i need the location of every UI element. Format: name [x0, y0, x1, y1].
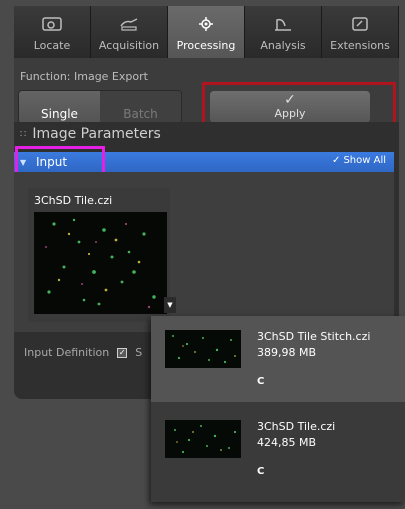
input-image-area: 3ChSD Tile.czi ▼ — [14, 172, 394, 332]
input-definition-label: Input Definition — [24, 346, 110, 359]
dropdown-item-name: 3ChSD Tile Stitch.czi — [257, 330, 371, 343]
dropdown-item-thumbnail — [165, 420, 241, 458]
show-all-label: Show All — [343, 155, 386, 166]
apply-highlight: ✓ Apply — [202, 82, 396, 124]
dropdown-item[interactable]: 3ChSD Tile Stitch.czi 389,98 MB C — [151, 316, 405, 402]
input-image-dropdown: 3ChSD Tile Stitch.czi 389,98 MB C 3ChSD … — [151, 316, 405, 502]
tab-extensions-label: Extensions — [330, 39, 390, 52]
tab-acquisition[interactable]: Acquisition — [91, 6, 168, 58]
acquisition-icon — [118, 15, 140, 33]
image-parameters-header: ∷ Image Parameters — [20, 126, 161, 142]
dropdown-item-size: 389,98 MB — [257, 346, 317, 359]
input-definition-row: Input Definition ✓ S — [24, 346, 142, 359]
tab-locate-label: Locate — [33, 39, 71, 52]
tab-analysis[interactable]: Analysis — [245, 6, 322, 58]
dropdown-item-thumbnail — [165, 330, 241, 368]
mode-single-button[interactable]: Single — [19, 91, 100, 123]
apply-button[interactable]: ✓ Apply — [210, 91, 370, 123]
input-dropdown-arrow[interactable]: ▼ — [164, 297, 176, 313]
function-label: Function: Image Export — [20, 70, 148, 83]
grip-icon[interactable]: ∷ — [20, 129, 26, 140]
dropdown-item-name: 3ChSD Tile.czi — [257, 420, 336, 433]
tab-extensions[interactable]: Extensions — [322, 6, 399, 58]
processing-icon — [195, 15, 217, 33]
checkmark-icon: ✓ — [284, 92, 296, 108]
mode-selector: Single Batch — [18, 90, 182, 124]
input-image-thumbnail — [34, 212, 167, 314]
dropdown-item-size: 424,85 MB — [257, 436, 317, 449]
main-tab-bar: Locate Acquisition Processing Analysis E… — [14, 6, 399, 58]
mode-batch-button[interactable]: Batch — [100, 91, 181, 123]
input-definition-checkbox-label: S — [135, 346, 143, 359]
analysis-icon — [272, 15, 294, 33]
dropdown-item-tag: C — [257, 466, 265, 477]
tab-processing-label: Processing — [176, 39, 236, 52]
input-image-name: 3ChSD Tile.czi — [34, 194, 113, 207]
checkmark-icon: ✓ — [332, 155, 341, 166]
tab-analysis-label: Analysis — [260, 39, 306, 52]
function-area: Function: Image Export Single Batch ✓ Ap… — [14, 58, 399, 128]
tab-processing[interactable]: Processing — [168, 6, 245, 58]
tab-locate[interactable]: Locate — [14, 6, 91, 58]
tab-acquisition-label: Acquisition — [98, 39, 160, 52]
extensions-icon — [349, 15, 371, 33]
image-parameters-title: Image Parameters — [32, 126, 161, 142]
locate-icon — [41, 15, 63, 33]
input-image-card[interactable]: 3ChSD Tile.czi — [28, 188, 170, 322]
apply-button-label: Apply — [274, 107, 306, 120]
show-all-toggle[interactable]: ✓ Show All — [332, 155, 386, 166]
input-definition-checkbox[interactable]: ✓ — [117, 347, 128, 358]
dropdown-item[interactable]: 3ChSD Tile.czi 424,85 MB C — [151, 406, 405, 492]
dropdown-item-tag: C — [257, 376, 265, 387]
